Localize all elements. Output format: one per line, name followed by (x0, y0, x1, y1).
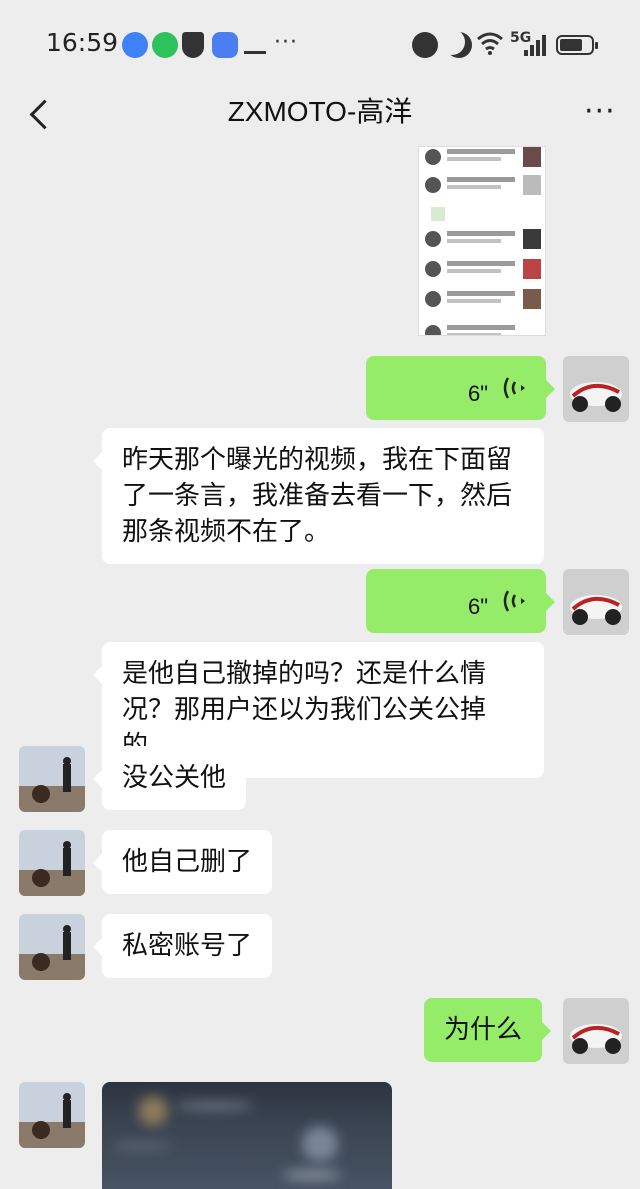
message-text: 为什么 (444, 1015, 523, 1045)
voice-wave-icon (503, 590, 525, 612)
text-message[interactable]: 昨天那个曝光的视频，我在下面留了一条言，我准备去看一下，然后那条视频不在了。 (93, 428, 544, 564)
text-message[interactable]: 私密账号了 (92, 914, 273, 978)
do-not-disturb-icon (446, 32, 472, 58)
voice-duration: 6" (467, 594, 488, 619)
status-time: 16:59 (46, 28, 119, 57)
shield-icon (182, 32, 204, 58)
text-message[interactable]: 为什么 (424, 998, 552, 1062)
self-avatar[interactable] (563, 998, 629, 1064)
chat-header: ZXMOTO-高洋 ··· (0, 86, 640, 146)
wifi-icon (477, 32, 503, 55)
voice-wave-icon (503, 377, 525, 399)
missed-call-icon (244, 36, 266, 54)
more-notifications-icon: ··· (274, 30, 298, 55)
message-text: 没公关他 (122, 763, 227, 793)
self-avatar[interactable] (563, 569, 629, 635)
signal-icon (524, 34, 546, 56)
image-message[interactable] (418, 146, 546, 336)
message-text: 昨天那个曝光的视频，我在下面留了一条言，我准备去看一下，然后那条视频不在了。 (122, 445, 513, 547)
message-text: 他自己删了 (122, 847, 253, 877)
message-text: 私密账号了 (122, 931, 253, 961)
voice-duration: 6" (467, 381, 488, 406)
wechat-icon (152, 32, 178, 58)
chat-title: ZXMOTO-高洋 (227, 96, 413, 127)
status-bar: 16:59 ··· 5G (0, 0, 640, 86)
contact-avatar[interactable] (19, 914, 85, 980)
contact-avatar[interactable] (19, 746, 85, 812)
text-message[interactable]: 没公关他 (92, 746, 247, 810)
voice-message[interactable]: 6" (366, 569, 555, 633)
text-message[interactable]: 他自己删了 (92, 830, 273, 894)
upload-icon (122, 32, 148, 58)
more-icon[interactable]: ··· (584, 94, 616, 129)
self-avatar[interactable] (563, 356, 629, 422)
contact-avatar[interactable] (19, 830, 85, 896)
alarm-icon (412, 32, 438, 58)
contact-avatar[interactable] (19, 1082, 85, 1148)
voice-message[interactable]: 6" (366, 356, 555, 420)
image-message[interactable] (102, 1082, 392, 1189)
message-icon (212, 32, 238, 58)
battery-icon (556, 35, 598, 55)
